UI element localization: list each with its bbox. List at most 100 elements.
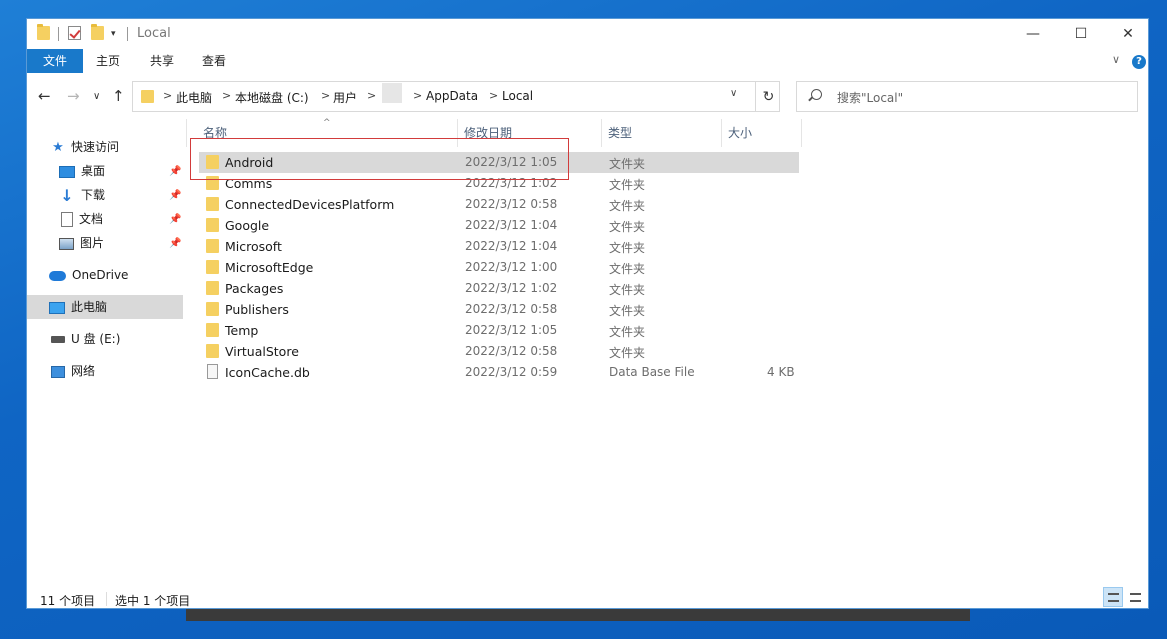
file-type: 文件夹: [609, 220, 646, 234]
tab-view[interactable]: 查看: [193, 49, 235, 73]
file-row[interactable]: Packages 2022/3/12 1:02 文件夹: [199, 278, 799, 299]
usb-drive-icon: [51, 336, 65, 343]
folder-icon: [206, 239, 219, 253]
folder-icon: [206, 281, 219, 295]
folder-icon: [37, 24, 50, 42]
nav-this-pc[interactable]: 此电脑: [27, 295, 183, 319]
file-type: 文件夹: [609, 262, 646, 276]
file-row[interactable]: Microsoft 2022/3/12 1:04 文件夹: [199, 236, 799, 257]
up-arrow-icon[interactable]: ↑: [112, 87, 125, 105]
file-row[interactable]: VirtualStore 2022/3/12 0:58 文件夹: [199, 341, 799, 362]
network-icon: [51, 365, 65, 378]
tab-share[interactable]: 共享: [141, 49, 183, 73]
nav-network[interactable]: 网络: [51, 359, 95, 383]
column-size[interactable]: 大小: [728, 124, 752, 141]
address-bar[interactable]: > 此电脑 > 本地磁盘 (C:) > 用户 > > AppData > Loc…: [132, 81, 780, 112]
folder-icon: [206, 302, 219, 316]
file-name: MicrosoftEdge: [225, 260, 314, 275]
search-box[interactable]: 搜索"Local": [796, 81, 1138, 112]
cloud-icon: [49, 270, 66, 281]
folder-icon: [206, 344, 219, 358]
file-explorer-window: ▾ Local — ☐ ✕ 文件 主页 共享 查看 ∨ ? ← → ∨ ↑ > …: [26, 18, 1149, 609]
folder-icon: [206, 197, 219, 211]
file-modified: 2022/3/12 1:02: [465, 281, 558, 295]
nav-usb-drive[interactable]: U 盘 (E:): [51, 327, 120, 351]
star-icon: ★: [52, 139, 64, 155]
file-name: Publishers: [225, 302, 289, 317]
column-divider[interactable]: [601, 119, 602, 147]
file-row[interactable]: Publishers 2022/3/12 0:58 文件夹: [199, 299, 799, 320]
minimize-button[interactable]: —: [1010, 19, 1056, 49]
file-type: 文件夹: [609, 199, 646, 213]
divider: [127, 27, 128, 41]
nav-pictures[interactable]: 图片: [59, 231, 104, 255]
breadcrumb-separator[interactable]: >: [413, 89, 422, 102]
breadcrumb-local[interactable]: Local: [502, 89, 533, 103]
breadcrumb-separator[interactable]: >: [222, 89, 231, 102]
nav-label: 网络: [71, 364, 96, 378]
nav-downloads[interactable]: ↓ 下载: [59, 183, 105, 207]
recent-locations-icon[interactable]: ∨: [93, 91, 100, 102]
nav-quick-access[interactable]: ★ 快速访问: [51, 135, 119, 159]
nav-onedrive[interactable]: OneDrive: [49, 263, 128, 287]
pin-icon: 📌: [169, 190, 182, 201]
forward-arrow-icon[interactable]: →: [67, 87, 80, 105]
back-arrow-icon[interactable]: ←: [38, 87, 51, 105]
file-row[interactable]: MicrosoftEdge 2022/3/12 1:00 文件夹: [199, 257, 799, 278]
close-button[interactable]: ✕: [1105, 19, 1151, 49]
tab-home[interactable]: 主页: [87, 49, 129, 73]
breadcrumb-appdata[interactable]: AppData: [426, 89, 478, 103]
help-icon[interactable]: ?: [1132, 55, 1146, 69]
status-selected-count: 选中 1 个项目: [115, 594, 191, 608]
title-bar: ▾ Local — ☐ ✕: [27, 19, 1148, 49]
breadcrumb-users[interactable]: 用户: [333, 89, 357, 106]
breadcrumb-separator[interactable]: >: [163, 89, 172, 102]
file-modified: 2022/3/12 0:59: [465, 365, 558, 379]
window-title: Local: [137, 26, 171, 41]
expand-ribbon-icon[interactable]: ∨: [1112, 53, 1120, 66]
breadcrumb-c-drive[interactable]: 本地磁盘 (C:): [235, 89, 309, 106]
breadcrumb-separator[interactable]: >: [367, 89, 376, 102]
large-icons-view-button[interactable]: [1125, 587, 1145, 607]
pin-icon: 📌: [169, 166, 182, 177]
ribbon-tabs: 文件 主页 共享 查看 ∨ ?: [27, 49, 1148, 73]
file-name: Packages: [225, 281, 284, 296]
address-dropdown-icon[interactable]: ∨: [730, 88, 737, 99]
pin-icon: 📌: [169, 238, 182, 249]
file-modified: 2022/3/12 0:58: [465, 344, 558, 358]
tab-file[interactable]: 文件: [27, 49, 83, 73]
search-placeholder: 搜索"Local": [837, 91, 904, 105]
new-folder-icon[interactable]: [91, 24, 104, 42]
file-icon: [207, 364, 218, 379]
divider: [106, 592, 107, 606]
folder-icon: [206, 218, 219, 232]
column-divider[interactable]: [801, 119, 802, 147]
properties-icon[interactable]: [68, 26, 81, 42]
breadcrumb-this-pc[interactable]: 此电脑: [176, 89, 212, 106]
column-divider[interactable]: [721, 119, 722, 147]
file-row[interactable]: ConnectedDevicesPlatform 2022/3/12 0:58 …: [199, 194, 799, 215]
column-type[interactable]: 类型: [608, 124, 632, 141]
details-view-icon: [1108, 593, 1119, 602]
file-type: 文件夹: [609, 241, 646, 255]
file-row[interactable]: Google 2022/3/12 1:04 文件夹: [199, 215, 799, 236]
file-row[interactable]: Temp 2022/3/12 1:05 文件夹: [199, 320, 799, 341]
file-name: Google: [225, 218, 270, 233]
nav-desktop[interactable]: 桌面: [59, 159, 105, 183]
document-icon: [61, 212, 73, 227]
navigation-pane: ★ 快速访问 桌面 📌 ↓ 下载 📌 文档 📌 图片 📌 OneDrive 此电脑 …: [27, 119, 185, 579]
search-icon: [811, 89, 822, 100]
breadcrumb-separator[interactable]: >: [489, 89, 498, 102]
maximize-button[interactable]: ☐: [1058, 19, 1104, 49]
folder-icon: [206, 260, 219, 274]
breadcrumb-redacted-user[interactable]: [382, 83, 402, 103]
nav-documents[interactable]: 文档: [61, 207, 103, 231]
file-name: ConnectedDevicesPlatform: [225, 197, 395, 212]
file-type: 文件夹: [609, 283, 646, 297]
breadcrumb-separator[interactable]: >: [321, 89, 330, 102]
customize-quick-access-icon[interactable]: ▾: [111, 29, 116, 39]
nav-label: 下载: [81, 188, 106, 202]
details-view-button[interactable]: [1103, 587, 1123, 607]
file-row[interactable]: IconCache.db 2022/3/12 0:59 Data Base Fi…: [199, 362, 799, 383]
refresh-button[interactable]: ↻: [755, 82, 781, 111]
